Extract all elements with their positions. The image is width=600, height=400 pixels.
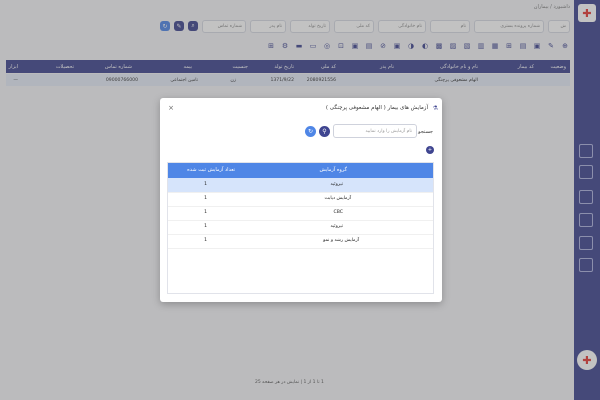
col-test-count[interactable]: تعداد آزمایش ثبت شده <box>187 167 235 173</box>
test-count: 1 <box>204 210 207 215</box>
test-count: 1 <box>204 182 207 187</box>
add-icon[interactable]: + <box>426 146 434 154</box>
list-item[interactable]: CBC 1 <box>168 206 433 221</box>
test-group-name: CBC <box>333 210 344 215</box>
tests-table: گروه آزمایش تعداد آزمایش ثبت شده تیروئید… <box>167 162 434 294</box>
tests-icon: ⚗ <box>432 105 438 112</box>
search-button[interactable]: ⚲ <box>319 126 330 137</box>
tests-table-header: گروه آزمایش تعداد آزمایش ثبت شده <box>168 163 433 178</box>
list-item[interactable]: تیروئید 1 <box>168 178 433 193</box>
search-input[interactable]: نام آزمایش را وارد نمایید <box>333 124 417 138</box>
patient-tests-modal: ⚗ آزمایش های بیمار ( الهام مشعوفی پرچنگی… <box>160 98 442 302</box>
modal-title: آزمایش های بیمار ( الهام مشعوفی پرچنگی ) <box>325 105 428 111</box>
search-label: جستجو <box>418 129 433 135</box>
test-group-name: آزمایش دیابت <box>324 196 351 201</box>
list-item[interactable]: تیروئید 1 <box>168 220 433 235</box>
list-item[interactable]: آزمایش دیابت 1 <box>168 192 433 207</box>
test-count: 1 <box>204 224 207 229</box>
test-count: 1 <box>204 196 207 201</box>
test-group-name: تیروئید <box>330 182 344 187</box>
test-group-name: تیروئید <box>330 224 344 229</box>
list-item[interactable]: آزمایش رشد و نمو 1 <box>168 234 433 249</box>
test-count: 1 <box>204 238 207 243</box>
col-test-group[interactable]: گروه آزمایش <box>319 167 347 173</box>
refresh-button[interactable]: ↻ <box>305 126 316 137</box>
test-group-name: آزمایش رشد و نمو <box>323 238 359 243</box>
close-icon[interactable]: × <box>166 103 176 113</box>
